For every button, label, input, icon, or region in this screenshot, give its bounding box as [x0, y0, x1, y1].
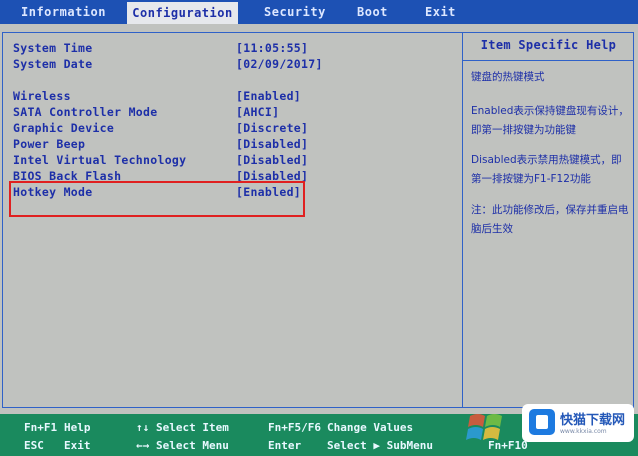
tab-configuration[interactable]: Configuration	[127, 2, 238, 24]
help-text-3: Disabled表示禁用热键模式，即第一排按键为F1-F12功能	[471, 154, 622, 185]
footer-desc-select-item: Select Item	[156, 421, 229, 434]
footer-key-enter: Enter	[268, 439, 302, 452]
help-text-4: 注：此功能修改后，保存并重启电脑后生效	[471, 204, 629, 235]
tab-exit[interactable]: Exit	[425, 0, 456, 24]
setting-value-power-beep[interactable]: [Disabled]	[236, 137, 308, 152]
setting-value-intel-virtual-technology[interactable]: [Disabled]	[236, 153, 308, 168]
help-text-1: 键盘的热键模式	[471, 71, 545, 83]
footer-key-exit: ESC	[24, 439, 44, 452]
menu-bar: Information Configuration Security Boot …	[0, 0, 638, 24]
setting-label-wireless: Wireless	[13, 89, 71, 103]
panel-divider	[462, 32, 463, 408]
setting-value-wireless[interactable]: [Enabled]	[236, 89, 301, 104]
setting-label-system-time: System Time	[13, 41, 93, 55]
download-site-logo-icon	[529, 409, 555, 435]
help-panel-title: Item Specific Help	[480, 38, 617, 52]
setting-value-system-time[interactable]: [11:05:55]	[236, 41, 308, 56]
footer-desc-exit: Exit	[64, 439, 91, 452]
tab-information[interactable]: Information	[21, 0, 106, 24]
setting-label-system-date: System Date	[13, 57, 93, 71]
setting-value-sata-controller-mode[interactable]: [AHCI]	[236, 105, 279, 120]
setting-label-sata-controller-mode: SATA Controller Mode	[13, 105, 158, 119]
setting-label-intel-virtual-technology: Intel Virtual Technology	[13, 153, 187, 167]
hotkey-mode-highlight-box	[9, 181, 305, 217]
tab-boot[interactable]: Boot	[357, 0, 388, 24]
footer-key-select-menu: ←→	[136, 439, 150, 452]
watermark-title: 快猫下载网	[560, 413, 626, 428]
help-title-separator	[463, 60, 634, 61]
setting-label-graphic-device: Graphic Device	[13, 121, 115, 135]
setting-value-graphic-device[interactable]: [Discrete]	[236, 121, 308, 136]
footer-desc-change-values: Change Values	[327, 421, 414, 434]
tab-security[interactable]: Security	[264, 0, 326, 24]
footer-desc-select-menu: Select Menu	[156, 439, 229, 452]
footer-desc-help: Help	[64, 421, 91, 434]
footer-key-change-values: Fn+F5/F6	[268, 421, 321, 434]
help-text-2: Enabled表示保持键盘现有设计，即第一排按键为功能键	[471, 105, 629, 136]
watermark-badge: 快猫下载网 www.kkxia.com	[522, 404, 634, 442]
footer-desc-submenu: Select ▶ SubMenu	[327, 439, 433, 452]
windows-logo-icon	[466, 414, 502, 440]
setting-label-power-beep: Power Beep	[13, 137, 86, 151]
footer-key-select-item: ↑↓	[136, 421, 150, 434]
setting-value-system-date[interactable]: [02/09/2017]	[236, 57, 323, 72]
watermark-url: www.kkxia.com	[560, 428, 607, 435]
footer-key-help: Fn+F1	[24, 421, 58, 434]
